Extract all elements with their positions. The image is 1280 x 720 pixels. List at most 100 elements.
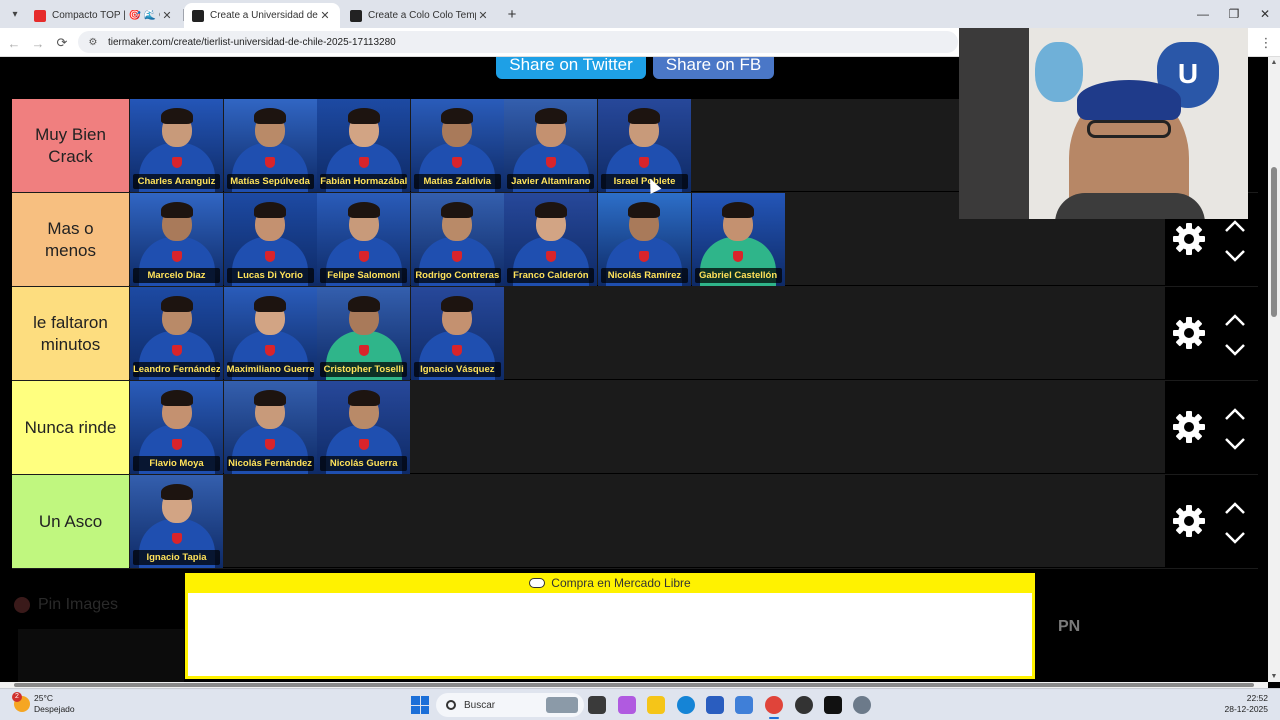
player-hair [347,108,380,124]
player-hair [628,202,661,218]
tier-label[interactable]: Nunca rinde [12,381,129,474]
player-name: Rodrigo Contreras [413,268,501,283]
player-name: Cristopher Toselli [320,362,408,377]
club-crest-icon [171,439,182,450]
close-tab-icon[interactable]: ✕ [318,9,332,22]
store-icon[interactable] [706,696,724,714]
close-tab-icon[interactable]: ✕ [476,9,490,22]
player-card[interactable]: Ignacio Tapia [130,475,223,568]
gear-icon[interactable] [1171,315,1207,351]
player-card[interactable]: Rodrigo Contreras [410,193,504,286]
clock-date: 28-12-2025 [1224,704,1268,714]
chevron-down-icon[interactable] [1223,435,1247,453]
weather-widget[interactable]: 2 25°C Despejado [12,692,75,715]
club-crest-icon [545,157,556,168]
player-card[interactable]: Matías Zaldivia [410,99,504,192]
club-crest-icon [171,345,182,356]
tier-label[interactable]: Un Asco [12,475,129,568]
player-card[interactable]: Felipe Salomoni [317,193,411,286]
tab-universidad-de-chile[interactable]: Create a Universidad de Chile T ✕ [184,3,340,28]
tier-items: Flavio Moya Nicolás Fernández Nicolás Guer… [130,381,411,474]
player-card[interactable]: Nicolás Ramírez [597,193,691,286]
copilot-icon[interactable] [618,696,636,714]
settings-gear-icon[interactable] [853,696,871,714]
tier-label[interactable]: Muy Bien Crack [12,99,129,192]
chevron-up-icon[interactable] [1223,405,1247,423]
tab-colo-colo[interactable]: Create a Colo Colo Temporada ✕ [342,3,498,28]
chrome-icon[interactable] [765,696,783,714]
vertical-scrollbar[interactable]: ▲ ▼ [1268,57,1280,682]
tier-label[interactable]: Mas o menos [12,193,129,286]
task-view-icon[interactable] [588,696,606,714]
player-card[interactable]: Cristopher Toselli [317,287,411,380]
chevron-down-icon[interactable] [1223,529,1247,547]
forward-arrow-icon[interactable]: → [28,33,48,53]
scroll-thumb[interactable] [14,683,1254,687]
tab-title: Create a Colo Colo Temporada [368,10,476,21]
streamer-glasses [1087,120,1171,138]
pin-images-button[interactable]: Pin Images [14,596,118,614]
player-card[interactable]: Charles Aranguiz [130,99,223,192]
tier-row: Un Asco Ignacio Tapia [12,475,1258,568]
player-card[interactable]: Flavio Moya [130,381,223,474]
player-hair [160,390,193,406]
player-hair [441,296,474,312]
tier-row: Nunca rinde Flavio Moya Nicolás Fernández N… [12,381,1258,474]
chevron-down-icon[interactable] [1223,247,1247,265]
close-tab-icon[interactable]: ✕ [160,9,174,22]
player-card[interactable]: Leandro Fernández [130,287,223,380]
player-hair [534,202,567,218]
gear-icon[interactable] [1171,221,1207,257]
share-facebook-button[interactable]: Share on FB [653,57,774,79]
player-card[interactable]: Gabriel Castellón [691,193,785,286]
player-card[interactable]: Maximiliano Guerrero [223,287,317,380]
outlook-icon[interactable] [735,696,753,714]
back-arrow-icon[interactable]: ← [4,33,24,53]
windows-start-icon[interactable] [411,696,429,714]
obs-icon[interactable] [795,696,813,714]
minimize-button[interactable]: — [1188,4,1218,24]
site-info-icon[interactable]: ⚙ [86,36,100,48]
tab-search-icon[interactable]: ▾ [6,5,24,23]
gear-icon[interactable] [1171,409,1207,445]
close-window-button[interactable]: ✕ [1250,4,1280,24]
player-card[interactable]: Ignacio Vásquez [410,287,504,380]
tiktok-icon[interactable] [824,696,842,714]
chevron-up-icon[interactable] [1223,217,1247,235]
new-tab-button[interactable]: + [502,4,522,24]
system-clock[interactable]: 22:52 28-12-2025 [1225,693,1268,715]
player-card[interactable]: Nicolás Guerra [317,381,411,474]
gear-icon[interactable] [1171,503,1207,539]
chevron-up-icon[interactable] [1223,311,1247,329]
scroll-up-arrow[interactable]: ▲ [1270,59,1278,66]
player-card[interactable]: Marcelo Diaz [130,193,223,286]
scroll-down-arrow[interactable]: ▼ [1270,673,1278,680]
player-card[interactable]: Franco Calderón [504,193,598,286]
chevron-down-icon[interactable] [1223,341,1247,359]
player-hair [722,202,755,218]
taskbar-search[interactable]: Buscar [436,693,584,717]
club-crest-icon [265,439,276,450]
mercado-libre-ad[interactable]: Compra en Mercado Libre [185,573,1035,679]
player-card[interactable]: Matías Sepúlveda [223,99,317,192]
chevron-up-icon[interactable] [1223,499,1247,517]
tab-compacto-top[interactable]: Compacto TOP | 🎯 🌊 Col ✕ [26,3,182,28]
player-name: Charles Aranguiz [133,174,220,189]
edge-icon[interactable] [677,696,695,714]
player-card[interactable]: Fabián Hormazábal [317,99,411,192]
scroll-thumb[interactable] [1271,167,1277,317]
player-card[interactable]: Lucas Di Yorio [223,193,317,286]
player-card[interactable]: Javier Altamirano [504,99,598,192]
player-name: Marcelo Diaz [133,268,220,283]
file-explorer-icon[interactable] [647,696,665,714]
player-name: Leandro Fernández [133,362,220,377]
restore-button[interactable]: ❐ [1219,4,1249,24]
tier-label[interactable]: le faltaron minutos [12,287,129,380]
address-bar[interactable]: ⚙ tiermaker.com/create/tierlist-universi… [78,31,958,53]
search-placeholder: Buscar [464,699,496,711]
menu-dots-icon[interactable]: ⋮ [1256,33,1276,53]
share-twitter-button[interactable]: Share on Twitter [496,57,646,79]
reload-icon[interactable]: ⟳ [52,33,72,53]
player-card[interactable]: Israel Poblete [597,99,691,192]
player-card[interactable]: Nicolás Fernández [223,381,317,474]
